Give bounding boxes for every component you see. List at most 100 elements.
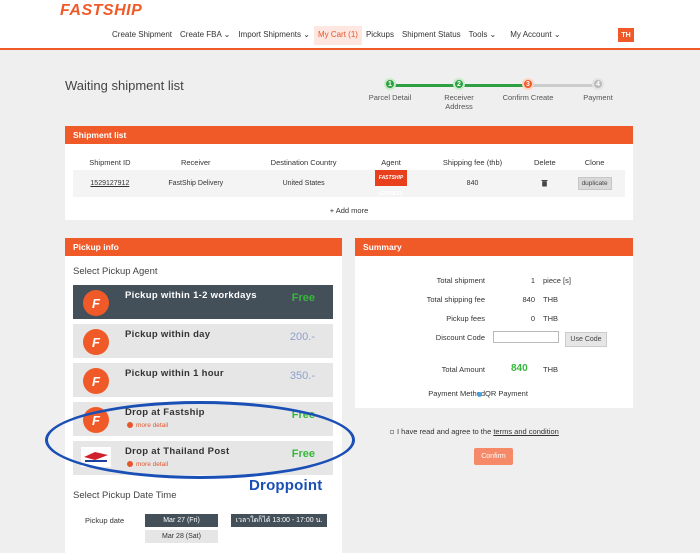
total-amount-unit: THB [543, 365, 558, 374]
step-label: Parcel Detail [368, 93, 412, 102]
progress-steps: 1 Parcel Detail 2 Receiver Address 3 Con… [360, 78, 640, 118]
shipping-fee-unit: THB [543, 295, 558, 304]
nav-my-account[interactable]: My Account ⌄ [506, 26, 564, 45]
option-price: 350.- [289, 370, 315, 382]
table-row: 1529127912 FastShip Delivery United Stat… [73, 170, 625, 197]
total-shipment-unit: piece [s] [543, 276, 571, 285]
total-amount-row: Total Amount THB [355, 365, 645, 379]
step-confirm-create: 3 Confirm Create [498, 78, 558, 102]
language-toggle[interactable]: TH [618, 28, 634, 42]
total-amount-label: Total Amount [441, 365, 485, 374]
nav-tools[interactable]: Tools ⌄ [465, 26, 501, 45]
shipping-fee-label: Total shipping fee [426, 295, 485, 304]
page-title: Waiting shipment list [65, 78, 184, 93]
shipment-list-panel: Shipment list Shipment ID Receiver Desti… [65, 126, 633, 220]
pickup-fee-label: Pickup fees [446, 314, 485, 323]
step-2-indicator: 2 [453, 78, 465, 90]
pickup-fee-row: Pickup fees 0 THB [355, 314, 645, 328]
add-more-link[interactable]: + Add more [65, 206, 633, 215]
nav-create-fba[interactable]: Create FBA ⌄ [176, 26, 234, 45]
shipping-fee-row: Total shipping fee 840 THB [355, 295, 645, 309]
option-price: 200.- [289, 331, 315, 343]
col-delete: Delete [533, 157, 556, 167]
more-detail-text: more detail [136, 422, 169, 429]
col-agent: Agent [381, 157, 401, 167]
more-detail-link[interactable]: more detail [127, 422, 168, 429]
option-title: Pickup within 1 hour [125, 368, 224, 379]
time-option[interactable]: เวลาใดก็ได้ 13:00 - 17:00 น. [231, 514, 327, 527]
total-amount-value: 840 [511, 363, 528, 374]
panel-title: Summary [355, 238, 633, 256]
option-price: Free [291, 448, 315, 460]
step-parcel-detail: 1 Parcel Detail [360, 78, 420, 102]
nav-shipment-status[interactable]: Shipment Status [398, 26, 465, 45]
pickup-option-within-1-hour[interactable]: F Pickup within 1 hour 350.- [73, 363, 333, 397]
confirm-button[interactable]: Confirm [474, 448, 513, 465]
step-4-indicator: 4 [592, 78, 604, 90]
qr-payment-radio[interactable]: QR Payment [477, 389, 528, 398]
country-cell: United States [244, 170, 363, 197]
total-shipment-value: 1 [530, 276, 535, 285]
thailand-post-icon [81, 447, 111, 467]
agree-text: I have read and agree to the [397, 427, 492, 436]
radio-icon [477, 391, 482, 397]
col-shipment-id: Shipment ID [89, 157, 131, 167]
trash-icon[interactable] [541, 179, 548, 187]
summary-panel: Summary Total shipment 1 piece [s] Total… [355, 238, 633, 408]
nav-create-shipment[interactable]: Create Shipment [108, 26, 176, 45]
date-option-mar-27[interactable]: Mar 27 (Fri) [145, 514, 218, 527]
table-header-row: Shipment ID Receiver Destination Country… [73, 154, 625, 170]
col-receiver: Receiver [180, 157, 211, 167]
col-destination-country: Destination Country [270, 157, 337, 167]
col-clone: Clone [584, 157, 605, 167]
terms-agreement: I have read and agree to the terms and c… [390, 427, 559, 436]
agent-logo: FASTSHIP EXPRESS [375, 170, 408, 197]
terms-link[interactable]: terms and condition [493, 427, 558, 436]
step-label: Receiver Address [444, 93, 474, 111]
fastship-icon: F [83, 407, 109, 433]
pickup-option-1-2-workdays[interactable]: F Pickup within 1-2 workdays Free [73, 285, 333, 319]
clone-cell: duplicate [564, 170, 625, 197]
fastship-logo[interactable]: FASTSHIP [60, 2, 142, 20]
discount-code-input[interactable] [493, 331, 559, 343]
discount-label: Discount Code [435, 333, 485, 342]
delete-cell [525, 170, 565, 197]
info-icon [127, 422, 133, 429]
pickup-option-drop-at-fastship[interactable]: F Drop at Fastship Free more detail [73, 402, 333, 436]
fee-cell: 840 [419, 170, 526, 197]
shipment-table: Shipment ID Receiver Destination Country… [73, 154, 625, 197]
nav-import-shipments[interactable]: Import Shipments ⌄ [234, 26, 314, 45]
pickup-option-within-day[interactable]: F Pickup within day 200.- [73, 324, 333, 358]
payment-method-row: Payment Method QR Payment [355, 389, 645, 403]
step-payment: 4 Payment [568, 78, 628, 102]
main-nav: Create Shipment Create FBA ⌄ Import Ship… [108, 26, 565, 45]
more-detail-link[interactable]: more detail [127, 461, 168, 468]
step-1-indicator: 1 [384, 78, 396, 90]
nav-pickups[interactable]: Pickups [362, 26, 398, 45]
duplicate-button[interactable]: duplicate [577, 177, 612, 190]
terms-checkbox[interactable] [390, 430, 394, 435]
option-price: Free [291, 292, 315, 304]
more-detail-text: more detail [136, 461, 169, 468]
top-header: FASTSHIP Create Shipment Create FBA ⌄ Im… [0, 0, 700, 50]
fastship-icon: F [83, 290, 109, 316]
select-agent-title: Select Pickup Agent [73, 266, 158, 277]
pickup-date-label: Pickup date [85, 516, 125, 525]
panel-title: Pickup info [65, 238, 342, 256]
shipment-id-link[interactable]: 1529127912 [73, 170, 147, 197]
total-shipment-label: Total shipment [436, 276, 485, 285]
receiver-cell: FastShip Delivery [146, 170, 245, 197]
info-icon [127, 461, 133, 468]
nav-my-cart[interactable]: My Cart (1) [313, 26, 362, 45]
step-receiver-address: 2 Receiver Address [429, 78, 489, 111]
pickup-info-panel: Pickup info Select Pickup Agent F Pickup… [65, 238, 342, 553]
pickup-option-drop-at-thailand-post[interactable]: Drop at Thailand Post Free more detail [73, 441, 333, 475]
step-3-indicator: 3 [522, 78, 534, 90]
shipping-fee-value: 840 [522, 295, 535, 304]
date-option-mar-28[interactable]: Mar 28 (Sat) [145, 530, 218, 543]
select-date-title: Select Pickup Date Time [73, 490, 177, 501]
fastship-icon: F [83, 368, 109, 394]
panel-title: Shipment list [65, 126, 633, 144]
agent-cell: FASTSHIP EXPRESS [362, 170, 420, 197]
use-code-button[interactable]: Use Code [565, 332, 607, 347]
